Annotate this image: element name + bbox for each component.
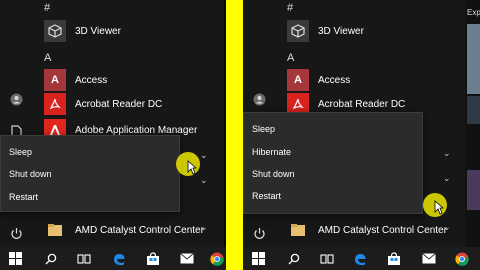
section-header-hash[interactable]: # bbox=[287, 2, 293, 14]
power-option-hibernate[interactable]: Hibernate bbox=[252, 147, 291, 157]
chrome-icon[interactable] bbox=[453, 250, 471, 267]
store-icon[interactable] bbox=[385, 250, 403, 267]
yellow-divider bbox=[226, 0, 243, 270]
app-amd-catalyst[interactable]: AMD Catalyst Control Center bbox=[38, 216, 204, 244]
acrobat-icon bbox=[44, 93, 66, 115]
right-taskbar bbox=[243, 247, 480, 270]
app-3d-viewer[interactable]: 3D Viewer bbox=[281, 17, 364, 45]
edge-icon[interactable] bbox=[351, 250, 369, 267]
folder-icon bbox=[44, 219, 66, 241]
access-icon: A bbox=[44, 69, 66, 91]
user-icon[interactable] bbox=[251, 91, 267, 107]
folder-icon bbox=[287, 219, 309, 241]
live-tile[interactable] bbox=[467, 96, 480, 124]
edge-icon[interactable] bbox=[110, 250, 128, 267]
power-option-sleep[interactable]: Sleep bbox=[252, 124, 275, 134]
power-menu: Sleep Shut down Restart bbox=[0, 135, 180, 212]
right-start-menu: # 3D Viewer A A Access Acrobat Reader DC… bbox=[243, 0, 480, 247]
windows-logo-icon[interactable] bbox=[6, 250, 24, 267]
app-label: 3D Viewer bbox=[75, 25, 121, 37]
app-3d-viewer[interactable]: 3D Viewer bbox=[38, 17, 121, 45]
power-option-shut-down[interactable]: Shut down bbox=[9, 169, 52, 179]
search-icon[interactable] bbox=[285, 250, 303, 267]
power-option-shut-down[interactable]: Shut down bbox=[252, 169, 295, 179]
live-tile-game[interactable] bbox=[467, 170, 480, 210]
chevron-down-icon[interactable]: ⌄ bbox=[443, 148, 451, 159]
power-menu: Sleep Hibernate Shut down Restart bbox=[243, 112, 423, 214]
app-label: Access bbox=[318, 74, 351, 86]
chevron-down-icon[interactable]: ⌄ bbox=[200, 222, 208, 233]
cube-icon bbox=[44, 20, 66, 42]
app-label: 3D Viewer bbox=[318, 25, 364, 37]
chevron-down-icon[interactable]: ⌄ bbox=[443, 222, 451, 233]
cube-icon bbox=[287, 20, 309, 42]
app-label: AMD Catalyst Control Center bbox=[75, 224, 204, 236]
task-view-icon[interactable] bbox=[75, 250, 93, 267]
task-view-icon[interactable] bbox=[318, 250, 336, 267]
chevron-down-icon[interactable]: ⌄ bbox=[200, 175, 208, 186]
app-label: AMD Catalyst Control Center bbox=[318, 224, 447, 236]
section-header-a[interactable]: A bbox=[287, 52, 294, 64]
power-option-restart[interactable]: Restart bbox=[9, 192, 38, 202]
power-option-sleep[interactable]: Sleep bbox=[9, 147, 32, 157]
chevron-down-icon[interactable]: ⌄ bbox=[200, 150, 208, 161]
app-label: Acrobat Reader DC bbox=[75, 98, 163, 110]
mail-icon[interactable] bbox=[420, 250, 438, 267]
chevron-down-icon[interactable]: ⌄ bbox=[443, 173, 451, 184]
mail-icon[interactable] bbox=[178, 250, 196, 267]
app-label: Acrobat Reader DC bbox=[318, 98, 406, 110]
power-icon[interactable] bbox=[251, 225, 267, 241]
chrome-icon[interactable] bbox=[208, 250, 226, 267]
power-icon[interactable] bbox=[8, 225, 24, 241]
live-tiles-strip: Exp bbox=[465, 0, 480, 247]
access-icon: A bbox=[287, 69, 309, 91]
mouse-pointer-icon bbox=[187, 160, 197, 175]
search-icon[interactable] bbox=[42, 250, 60, 267]
user-icon[interactable] bbox=[8, 91, 24, 107]
power-option-restart[interactable]: Restart bbox=[252, 191, 281, 201]
left-taskbar bbox=[0, 247, 226, 270]
app-label: Access bbox=[75, 74, 108, 86]
windows-logo-icon[interactable] bbox=[249, 250, 267, 267]
section-header-a[interactable]: A bbox=[44, 52, 51, 64]
store-icon[interactable] bbox=[144, 250, 162, 267]
left-start-menu: # 3D Viewer A A Access Acrobat Reader DC… bbox=[0, 0, 226, 247]
app-amd-catalyst[interactable]: AMD Catalyst Control Center bbox=[281, 216, 447, 244]
explore-label[interactable]: Exp bbox=[467, 8, 480, 17]
app-acrobat-reader[interactable]: Acrobat Reader DC bbox=[38, 90, 162, 118]
mouse-pointer-icon bbox=[434, 200, 444, 215]
app-label: Adobe Application Manager bbox=[75, 124, 198, 136]
section-header-hash[interactable]: # bbox=[44, 2, 50, 14]
live-tile-photo[interactable] bbox=[467, 24, 480, 94]
